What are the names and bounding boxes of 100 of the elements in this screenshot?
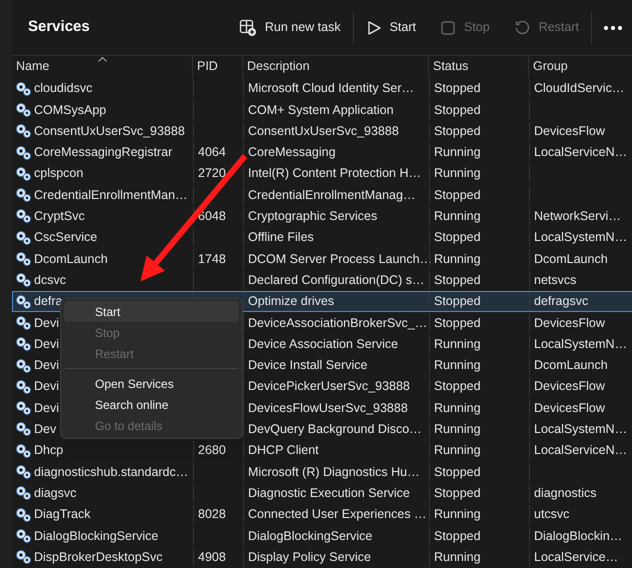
table-cell-text: Display Policy Service (248, 548, 371, 566)
column-header[interactable]: PID (192, 56, 242, 78)
table-cell-text: Dhcp (34, 442, 64, 460)
table-cell-text: Devi (34, 336, 60, 353)
table-cell-text: NetworkServi… (534, 208, 621, 226)
table-cell-text: Optimize drives (248, 293, 334, 310)
table-row[interactable]: DiagTrack 8028 Connected User Experiences … Running utcsvc (12, 504, 632, 526)
table-cell-text: Running (434, 336, 481, 353)
page-title: Services (28, 17, 90, 38)
gears-icon (15, 230, 32, 246)
gears-icon (15, 336, 32, 352)
table-cell-text: Running (434, 548, 481, 566)
table-cell-text: Running (434, 506, 481, 524)
table-cell-text: Devi (34, 314, 60, 332)
toolbar-button[interactable]: Start (354, 10, 428, 46)
table-cell-text: DevicesFlow (534, 122, 605, 140)
table-cell-text: diagnostics (534, 484, 597, 502)
table-cell-text: dcsvc (34, 272, 66, 289)
sort-caret-icon (98, 57, 107, 62)
column-header[interactable]: Group (528, 56, 632, 78)
column-header[interactable]: Description (242, 56, 428, 78)
table-cell-text: DcomLaunch (534, 250, 608, 268)
table-cell-text: Microsoft Cloud Identity Ser… (248, 80, 414, 98)
gears-icon (15, 102, 32, 118)
table-cell-text: CloudIdServic… (534, 80, 624, 98)
table-cell-text: Intel(R) Content Protection H… (248, 165, 421, 182)
table-cell-text: Devi (34, 378, 60, 396)
column-header[interactable]: Name (12, 56, 192, 78)
table-row[interactable]: diagsvc Diagnostic Execution Service Stopped diagnostics (12, 482, 632, 504)
table-cell-text: COMSysApp (34, 102, 106, 119)
table-cell-text: Microsoft (R) Diagnostics Hu… (248, 464, 420, 481)
table-cell-text: Stopped (434, 102, 481, 119)
table-row[interactable]: ConsentUxUserSvc_93888 ConsentUxUserSvc_93888 Stopped DevicesFlow (12, 120, 632, 142)
column-header[interactable]: Status (428, 56, 528, 78)
table-cell-text: 2680 (198, 442, 226, 460)
table-row[interactable]: CscService Offline Files Stopped LocalSystemN… (12, 227, 632, 248)
table-cell-text: DevicesFlowUserSvc_93888 (248, 400, 408, 417)
table-cell-text: LocalServiceN… (534, 442, 628, 460)
gears-icon (15, 485, 32, 502)
menu-item[interactable]: Search online (64, 394, 239, 415)
menu-item[interactable]: Open Services (64, 373, 239, 394)
table-cell-text: COM+ System Application (248, 102, 394, 119)
table-cell-text: DHCP Client (248, 442, 319, 460)
table-cell-text: CredentialEnrollmentMan… (34, 186, 188, 204)
table-cell-text: DiagTrack (34, 506, 90, 524)
table-cell-text: 1748 (198, 250, 226, 268)
table-row[interactable]: cloudidsvc Microsoft Cloud Identity Ser… Stopped CloudIdServic… (12, 78, 632, 100)
table-cell-text: LocalService… (534, 548, 618, 566)
table-row[interactable]: dcsvc Declared Configuration(DC) s… Stopped netsvcs (12, 270, 632, 291)
table-cell-text: DialogBlockingService (34, 528, 158, 545)
table-cell-text: 2720 (198, 165, 226, 182)
table-cell-text: Device Install Service (248, 357, 368, 374)
table-cell-text: cplspcon (34, 165, 84, 182)
table-cell-text: diagnosticshub.standardc… (34, 464, 188, 481)
table-cell-text: DialogBlockingService (248, 528, 372, 545)
table-cell-text: Running (434, 400, 481, 417)
table-cell-text: Devi (34, 400, 60, 417)
table-row[interactable]: diagnosticshub.standardc… Microsoft (R) Diagnostics Hu… Stopped (12, 461, 632, 483)
table-cell-text: Stopped (434, 378, 481, 396)
gears-icon (15, 442, 32, 459)
table-row[interactable]: CoreMessagingRegistrar 4064 CoreMessaging Running LocalServiceN… (12, 142, 632, 164)
table-cell-text: Dev (34, 421, 56, 438)
table-cell-text: DevicesFlow (534, 378, 605, 396)
stop-icon (440, 20, 456, 36)
table-cell-text: cloudidsvc (34, 80, 92, 98)
gears-icon (15, 80, 32, 97)
table-cell-text: Running (434, 208, 481, 226)
gears-icon (15, 400, 32, 416)
table-cell-text: DeviceAssociationBrokerSvc_… (248, 314, 428, 332)
gears-icon (15, 294, 32, 310)
restart-icon (514, 19, 531, 36)
table-cell-text: 4064 (198, 144, 226, 162)
table-cell-text: defragsvc (534, 293, 588, 310)
table-cell-text: Stopped (434, 464, 481, 481)
table-row[interactable]: COMSysApp COM+ System Application Stopped (12, 99, 632, 121)
toolbar-button[interactable]: Run new task (226, 10, 353, 46)
table-row[interactable]: Dhcp 2680 DHCP Client Running LocalServiceN… (12, 440, 632, 462)
gears-icon (15, 208, 32, 224)
table-cell-text: CredentialEnrollmentManag… (248, 186, 416, 204)
table-cell-text: utcsvc (534, 506, 570, 524)
table-cell-text: ConsentUxUserSvc_93888 (34, 122, 185, 140)
menu-item[interactable]: Start (64, 301, 239, 322)
table-cell-text: Running (434, 144, 481, 162)
table-cell-text: Stopped (434, 272, 481, 289)
table-cell-text: Running (434, 165, 481, 182)
gears-icon (15, 528, 32, 544)
table-row[interactable]: DcomLaunch 1748 DCOM Server Process Launch…Running DcomLaunch (12, 248, 632, 270)
gears-icon (15, 166, 32, 182)
table-row[interactable]: cplspcon 2720 Intel(R) Content Protection H… Running (12, 163, 632, 184)
table-cell-text: DialogBlockin… (534, 528, 622, 545)
table-cell-text: Cryptographic Services (248, 208, 378, 226)
table-cell-text: Running (434, 421, 481, 438)
gears-icon (15, 378, 32, 395)
table-row[interactable]: DialogBlockingService DialogBlockingService Stopped DialogBlockin… (12, 525, 632, 547)
table-cell-text: DevQuery Background Disco… (248, 421, 422, 438)
table-row[interactable]: CredentialEnrollmentMan… CredentialEnrollmentManag… Stopped (12, 184, 632, 206)
table-cell-text: DevicesFlow (534, 314, 605, 332)
table-cell-text: LocalSystemN… (534, 229, 628, 246)
table-row[interactable]: DispBrokerDesktopSvc 4908 Display Policy Service Running LocalService… (12, 546, 632, 568)
gears-icon (15, 123, 32, 140)
